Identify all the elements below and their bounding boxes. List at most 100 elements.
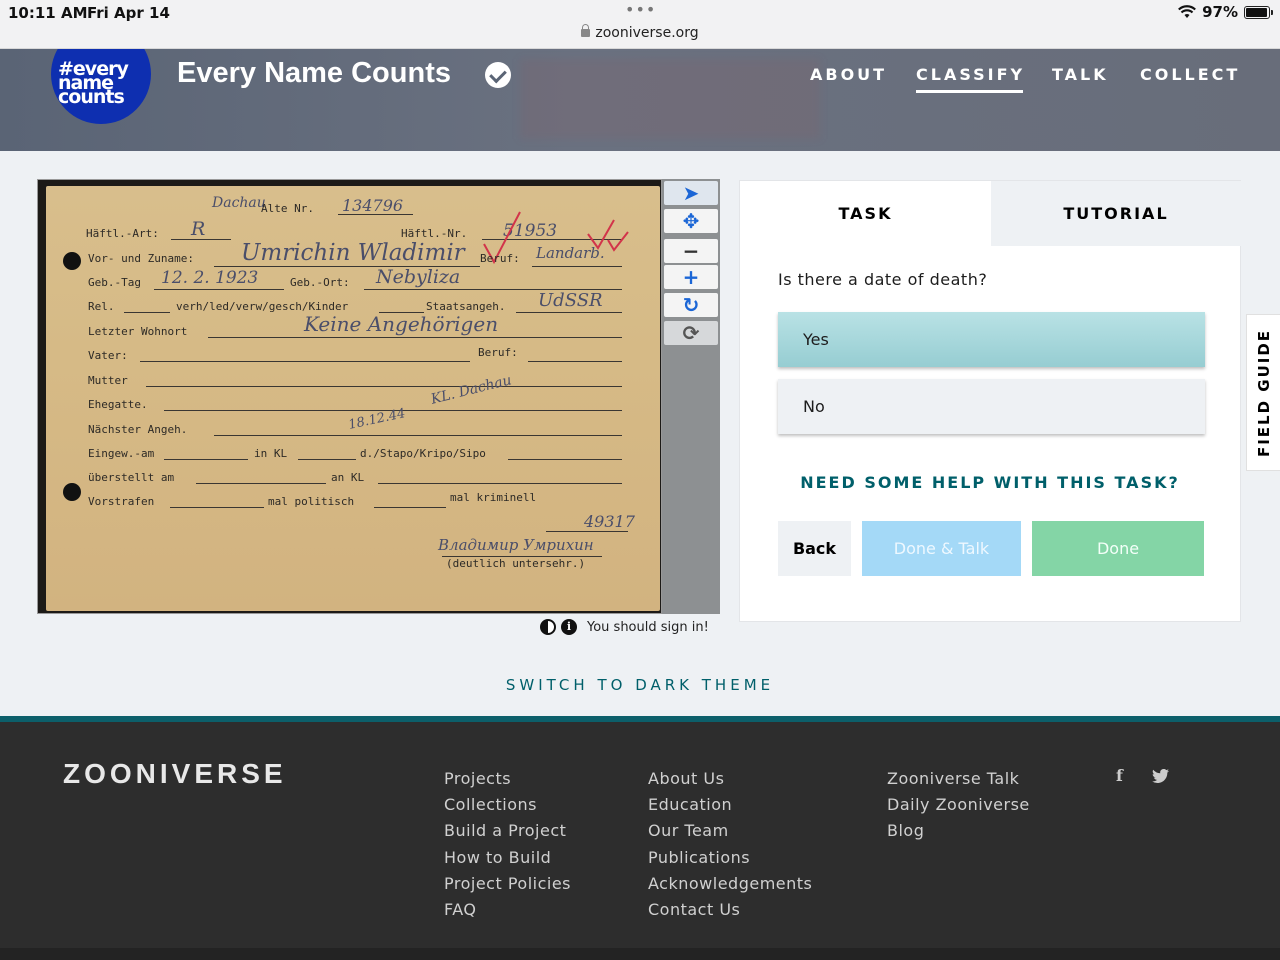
footer-link[interactable]: How to Build [444, 845, 571, 871]
card-rule [298, 459, 356, 460]
task-help-link[interactable]: NEED SOME HELP WITH THIS TASK? [740, 473, 1240, 492]
project-header: #every name counts Every Name Counts ABO… [0, 49, 1280, 151]
facebook-icon[interactable]: f [1116, 766, 1123, 785]
done-button[interactable]: Done [1032, 521, 1204, 576]
card-hw-beruf: Landarb. [536, 244, 605, 262]
card-hw-wohnort: Keine Angehörigen [304, 312, 499, 336]
footer-link[interactable]: Publications [648, 845, 812, 871]
status-bar: 10:11 AM Fri Apr 14 ••• zooniverse.org 9… [0, 0, 1280, 49]
nav-collect[interactable]: COLLECT [1140, 65, 1240, 84]
done-and-talk-button[interactable]: Done & Talk [862, 521, 1021, 576]
tab-tutorial[interactable]: TUTORIAL [991, 181, 1241, 246]
footer-link[interactable]: Blog [887, 818, 1030, 844]
answer-no-button[interactable]: No [778, 379, 1205, 434]
card-label: überstellt am [88, 471, 175, 484]
card-rule [546, 531, 628, 532]
twitter-icon[interactable] [1152, 769, 1169, 783]
nav-about[interactable]: ABOUT [810, 65, 887, 84]
footer-col-talk: Zooniverse Talk Daily Zooniverse Blog [887, 766, 1030, 845]
status-right: 97% [1178, 3, 1273, 21]
field-guide-tab[interactable]: FIELD GUIDE [1246, 314, 1280, 471]
signin-message: You should sign in! [587, 619, 709, 635]
project-logo[interactable]: #every name counts [51, 49, 151, 124]
card-label: Vater: [88, 349, 128, 362]
card-label: Häftl.-Art: [86, 227, 159, 240]
footer-link[interactable]: Daily Zooniverse [887, 792, 1030, 818]
card-hw-alte-nr: 134796 [342, 196, 404, 215]
lock-icon [581, 24, 591, 37]
card-label: Eingew.-am [88, 447, 155, 460]
contrast-icon[interactable] [540, 619, 556, 635]
card-rule [170, 507, 264, 508]
reset-icon[interactable]: ⟳ [664, 321, 718, 345]
footer-link[interactable]: Zooniverse Talk [887, 766, 1030, 792]
card-label: Mutter [88, 374, 128, 387]
tab-task[interactable]: TASK [740, 181, 991, 246]
footer-link[interactable]: Build a Project [444, 818, 571, 844]
subject-viewer[interactable]: Dachau Alte Nr. 134796 Häftl.-Art: R Häf… [37, 179, 662, 614]
bottom-strip [0, 948, 1280, 960]
footer-link[interactable]: Contact Us [648, 897, 812, 923]
status-date: Fri Apr 14 [87, 4, 170, 22]
card-label: Letzter Wohnort [88, 325, 188, 338]
card-hw-kl-dachau: KL. Dachau [429, 372, 514, 408]
battery-icon [1244, 5, 1273, 19]
footer-link[interactable]: FAQ [444, 897, 571, 923]
address-bar[interactable]: zooniverse.org [0, 24, 1280, 41]
tab-menu-dots-icon[interactable]: ••• [625, 0, 656, 19]
zooniverse-logo[interactable]: ZOONIVERSE [63, 758, 287, 790]
footer-link[interactable]: Collections [444, 792, 571, 818]
info-icon[interactable]: i [561, 619, 577, 635]
zoom-out-icon[interactable]: − [664, 239, 718, 263]
pointer-icon[interactable]: ➤ [664, 181, 718, 205]
card-hw-name: Umrichin Wladimir [241, 240, 465, 266]
card-label: Vorstrafen [88, 495, 155, 508]
card-hw-signature: Владимир Умрихин [438, 536, 594, 554]
rotate-icon[interactable]: ↻ [664, 293, 718, 317]
url-text: zooniverse.org [595, 25, 699, 41]
card-rule [164, 459, 248, 460]
card-hw-dachau: Dachau [212, 195, 266, 211]
image-toolbar: ➤ ✥ − + ↻ ⟳ [662, 179, 720, 614]
card-rule [154, 289, 284, 290]
footer-link[interactable]: Projects [444, 766, 571, 792]
footer-link[interactable]: Project Policies [444, 871, 571, 897]
move-icon[interactable]: ✥ [664, 209, 718, 233]
verified-check-icon [485, 62, 511, 88]
answer-yes-button[interactable]: Yes [778, 312, 1205, 367]
viewer-footer: i You should sign in! [540, 619, 709, 635]
card-rule [140, 361, 470, 362]
card-rule [124, 312, 170, 313]
battery-level [1246, 7, 1268, 17]
status-time: 10:11 AM [8, 4, 88, 22]
back-button[interactable]: Back [778, 521, 851, 576]
card-rule [196, 483, 326, 484]
card-hw-art: R [191, 218, 206, 240]
card-label: an KL [331, 471, 365, 484]
project-title[interactable]: Every Name Counts [177, 57, 451, 90]
card-label: Vor- und Zuname: [88, 252, 194, 265]
card-rule [516, 312, 622, 313]
punch-hole [63, 483, 81, 501]
card-label: Nächster Angeh. [88, 423, 188, 436]
task-panel: TASK TUTORIAL Is there a date of death? … [739, 180, 1241, 622]
card-label: Häftl.-Nr. [401, 227, 468, 240]
card-rule [374, 507, 446, 508]
footer-link[interactable]: Acknowledgements [648, 871, 812, 897]
nav-talk[interactable]: TALK [1052, 65, 1109, 84]
zoom-in-icon[interactable]: + [664, 265, 718, 289]
logo-line: counts [58, 86, 125, 108]
switch-theme-button[interactable]: SWITCH TO DARK THEME [0, 676, 1280, 694]
card-hw-geb-ort: Nebyliza [376, 266, 461, 288]
punch-hole [63, 252, 81, 270]
field-guide-label: FIELD GUIDE [1254, 328, 1273, 457]
footer-link[interactable]: About Us [648, 766, 812, 792]
card-rule [208, 337, 622, 338]
card-label: d./Stapo/Kripo/Sipo [360, 447, 486, 460]
card-label: Beruf: [480, 252, 520, 265]
footer-link[interactable]: Our Team [648, 818, 812, 844]
nav-classify[interactable]: CLASSIFY [916, 65, 1025, 93]
card-label: Geb.-Ort: [290, 276, 350, 289]
card-rule [146, 386, 622, 387]
footer-link[interactable]: Education [648, 792, 812, 818]
